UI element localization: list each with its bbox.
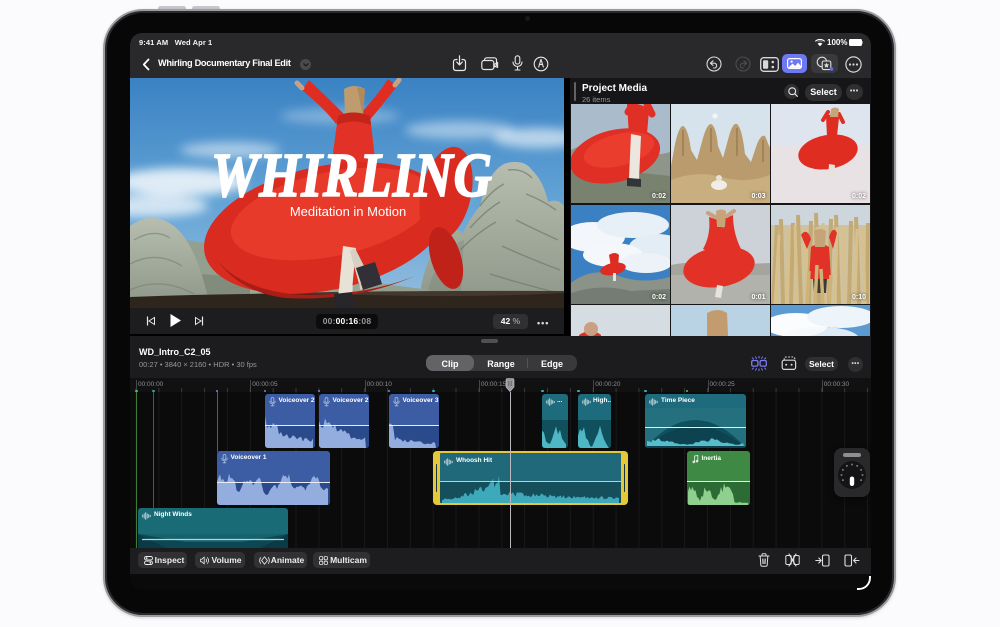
svg-text:Meditation in Motion: Meditation in Motion — [290, 204, 406, 219]
svg-text:WHIRLING: WHIRLING — [211, 140, 493, 210]
